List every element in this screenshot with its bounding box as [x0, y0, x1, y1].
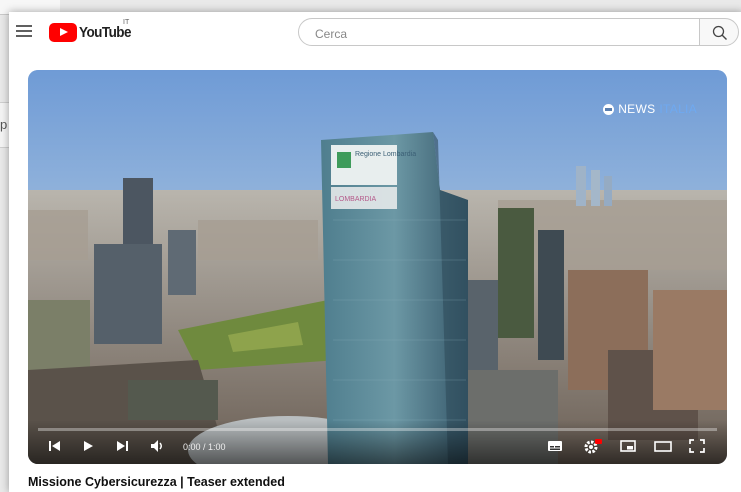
- settings-button[interactable]: [583, 438, 603, 458]
- play-icon: [84, 441, 93, 451]
- video-player[interactable]: Regione Lombardia LOMBARDIA NEWS ITALIA: [28, 70, 727, 464]
- play-button[interactable]: [80, 438, 96, 458]
- previous-button[interactable]: [46, 438, 62, 458]
- channel-watermark: NEWS ITALIA: [603, 102, 697, 116]
- subtitles-icon: [548, 441, 562, 451]
- building-sign-1: Regione Lombardia: [355, 151, 416, 158]
- youtube-window: YouTube IT Cerca Regione Lombardia LOMBA…: [9, 12, 741, 492]
- theater-mode-button[interactable]: [653, 438, 673, 458]
- volume-button[interactable]: [149, 438, 167, 458]
- sky-logo-icon: [603, 103, 615, 115]
- fullscreen-button[interactable]: [688, 438, 706, 458]
- search-input[interactable]: [313, 24, 677, 44]
- miniplayer-icon: [620, 440, 636, 452]
- watermark-brand: NEWS: [618, 102, 656, 116]
- search-box: [298, 18, 700, 46]
- youtube-play-icon: [49, 22, 77, 42]
- skip-previous-icon: [49, 441, 60, 451]
- building-sign-2: LOMBARDIA: [335, 196, 377, 203]
- top-bar: YouTube IT: [9, 12, 741, 52]
- gear-icon: [584, 439, 602, 454]
- progress-bar[interactable]: [38, 428, 717, 431]
- video-title[interactable]: Missione Cybersicurezza | Teaser extende…: [28, 475, 285, 489]
- time-display: 0:00 / 1:00: [183, 442, 226, 452]
- subtitles-button[interactable]: [546, 438, 564, 458]
- logo-text: YouTube: [79, 23, 131, 41]
- skip-next-icon: [117, 441, 128, 451]
- next-button[interactable]: [115, 438, 131, 458]
- search-button[interactable]: [699, 18, 739, 46]
- menu-icon[interactable]: [16, 25, 32, 37]
- miniplayer-button[interactable]: [619, 438, 637, 458]
- volume-icon: [151, 440, 162, 452]
- search-icon: [712, 25, 727, 40]
- video-frame: Regione Lombardia LOMBARDIA: [28, 70, 727, 464]
- watermark-sub: ITALIA: [659, 102, 697, 116]
- fullscreen-icon: [689, 439, 705, 453]
- country-code: IT: [123, 19, 130, 26]
- theater-mode-icon: [654, 441, 672, 452]
- player-controls: 0:00 / 1:00: [28, 420, 727, 464]
